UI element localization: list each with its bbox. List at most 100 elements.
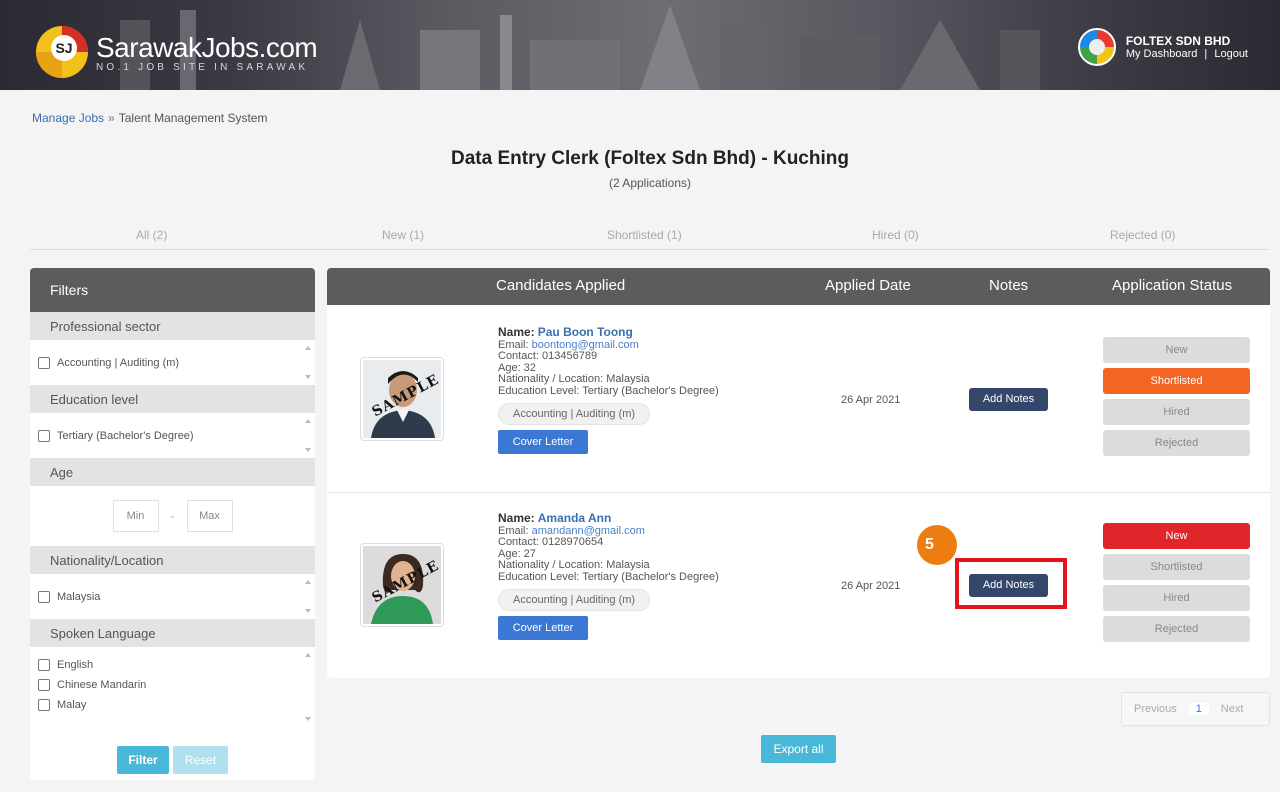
header-notes: Notes <box>989 277 1029 294</box>
age-max-input[interactable]: Max <box>186 500 233 532</box>
education-level-options: Tertiary (Bachelor's Degree) <box>30 413 315 458</box>
filters-title: Filters <box>30 268 315 312</box>
tab-hired[interactable]: Hired (0) <box>872 228 919 242</box>
scroll-up-icon[interactable] <box>305 346 311 350</box>
status-rejected-button[interactable]: Rejected <box>1103 616 1250 642</box>
add-notes-button[interactable]: Add Notes <box>969 388 1048 411</box>
candidate-email[interactable]: boontong@gmail.com <box>532 339 639 351</box>
reset-button[interactable]: Reset <box>173 746 228 774</box>
age-min-input[interactable]: Min <box>112 500 159 532</box>
tab-rejected[interactable]: Rejected (0) <box>1110 228 1175 242</box>
status-shortlisted-button[interactable]: Shortlisted <box>1103 368 1250 394</box>
candidate-photo[interactable]: SAMPLE <box>360 357 444 441</box>
header-applied-date: Applied Date <box>825 277 911 294</box>
filter-section-education-level[interactable]: Education level <box>30 385 315 413</box>
sj-logo-icon: SJ <box>34 24 90 80</box>
next-page-button[interactable]: Next <box>1221 703 1244 715</box>
my-dashboard-link[interactable]: My Dashboard <box>1126 48 1198 60</box>
filter-option[interactable]: Tertiary (Bachelor's Degree) <box>30 426 315 446</box>
company-name: FOLTEX SDN BHD <box>1125 34 1231 48</box>
logo-tagline: NO.1 JOB SITE IN SARAWAK <box>96 61 309 73</box>
candidate-photo[interactable]: SAMPLE <box>360 543 444 627</box>
breadcrumb-current: Talent Management System <box>118 111 268 125</box>
scroll-down-icon[interactable] <box>305 375 311 379</box>
status-hired-button[interactable]: Hired <box>1103 399 1250 425</box>
tutorial-step-badge: 5 <box>917 525 957 565</box>
scrollbar[interactable] <box>303 651 313 723</box>
breadcrumb-manage-jobs[interactable]: Manage Jobs <box>32 111 104 125</box>
candidate-name[interactable]: Amanda Ann <box>538 511 612 525</box>
candidate-email[interactable]: amandann@gmail.com <box>532 525 645 537</box>
breadcrumb: Manage Jobs » Talent Management System <box>32 111 267 125</box>
tab-all[interactable]: All (2) <box>136 228 167 242</box>
filter-option[interactable]: English <box>30 655 315 675</box>
scroll-down-icon[interactable] <box>305 717 311 721</box>
checkbox[interactable] <box>38 659 50 671</box>
professional-sector-options: Accounting | Auditing (m) <box>30 340 315 385</box>
breadcrumb-separator: » <box>108 111 115 125</box>
filter-section-spoken-language[interactable]: Spoken Language <box>30 619 315 647</box>
checkbox[interactable] <box>38 699 50 711</box>
scroll-down-icon[interactable] <box>305 609 311 613</box>
sector-tag: Accounting | Auditing (m) <box>498 403 651 425</box>
status-rejected-button[interactable]: Rejected <box>1103 430 1250 456</box>
candidate-contact: Contact: 013456789 <box>498 350 598 362</box>
email-label: Email: <box>498 338 529 351</box>
scrollbar[interactable] <box>303 344 313 381</box>
cover-letter-button[interactable]: Cover Letter <box>498 616 588 640</box>
table-header: Candidates Applied Applied Date Notes Ap… <box>327 268 1270 305</box>
status-tabs: All (2) New (1) Shortlisted (1) Hired (0… <box>30 226 1270 250</box>
email-label: Email: <box>498 524 529 537</box>
applied-date: 26 Apr 2021 <box>841 580 901 592</box>
filter-option[interactable]: Accounting | Auditing (m) <box>30 353 315 373</box>
logout-link[interactable]: Logout <box>1214 48 1248 60</box>
name-label: Name: <box>498 325 535 339</box>
export-all-button[interactable]: Export all <box>761 735 836 763</box>
status-new-button[interactable]: New <box>1103 523 1250 549</box>
applications-count: (2 Applications) <box>608 176 692 190</box>
header-application-status: Application Status <box>1112 277 1233 294</box>
candidate-nationality: Nationality / Location: Malaysia <box>498 559 650 571</box>
pagination: Previous 1 Next <box>1121 692 1270 726</box>
company-avatar[interactable] <box>1077 28 1116 66</box>
nationality-options: Malaysia <box>30 574 315 619</box>
status-shortlisted-button[interactable]: Shortlisted <box>1103 554 1250 580</box>
age-range-dash: - <box>170 509 175 523</box>
option-label: Accounting | Auditing (m) <box>57 357 180 369</box>
status-new-button[interactable]: New <box>1103 337 1250 363</box>
name-label: Name: <box>498 511 535 525</box>
scroll-up-icon[interactable] <box>305 653 311 657</box>
filter-section-professional-sector[interactable]: Professional sector <box>30 312 315 340</box>
spoken-language-options: English Chinese Mandarin Malay <box>30 647 315 727</box>
candidate-nationality: Nationality / Location: Malaysia <box>498 373 650 385</box>
site-logo[interactable]: SJ SarawakJobs.com NO.1 JOB SITE IN SARA… <box>34 24 318 80</box>
candidate-name[interactable]: Pau Boon Toong <box>538 325 633 339</box>
filter-section-nationality[interactable]: Nationality/Location <box>30 546 315 574</box>
filters-panel: Filters Professional sector Accounting |… <box>30 268 315 780</box>
scrollbar[interactable] <box>303 578 313 615</box>
filter-section-age[interactable]: Age <box>30 458 315 486</box>
page-number-button[interactable]: 1 <box>1188 703 1209 715</box>
cover-letter-button[interactable]: Cover Letter <box>498 430 588 454</box>
filter-button[interactable]: Filter <box>117 746 169 774</box>
checkbox[interactable] <box>38 430 50 442</box>
scroll-down-icon[interactable] <box>305 448 311 452</box>
previous-page-button[interactable]: Previous <box>1134 703 1177 715</box>
tab-shortlisted[interactable]: Shortlisted (1) <box>607 228 682 242</box>
checkbox[interactable] <box>38 357 50 369</box>
scrollbar[interactable] <box>303 417 313 454</box>
checkbox[interactable] <box>38 679 50 691</box>
scroll-up-icon[interactable] <box>305 580 311 584</box>
option-label: English <box>57 659 94 671</box>
status-hired-button[interactable]: Hired <box>1103 585 1250 611</box>
option-label: Chinese Mandarin <box>57 679 147 691</box>
tutorial-highlight-box <box>955 558 1067 609</box>
filter-option[interactable]: Chinese Mandarin <box>30 675 315 695</box>
candidate-info: Name: Pau Boon Toong Email: boontong@gma… <box>498 325 719 454</box>
scroll-up-icon[interactable] <box>305 419 311 423</box>
filter-option[interactable]: Malay <box>30 695 315 715</box>
table-row: SAMPLE Name: Amanda Ann Email: amandann@… <box>327 493 1270 678</box>
filter-option[interactable]: Malaysia <box>30 587 315 607</box>
checkbox[interactable] <box>38 591 50 603</box>
tab-new[interactable]: New (1) <box>382 228 424 242</box>
